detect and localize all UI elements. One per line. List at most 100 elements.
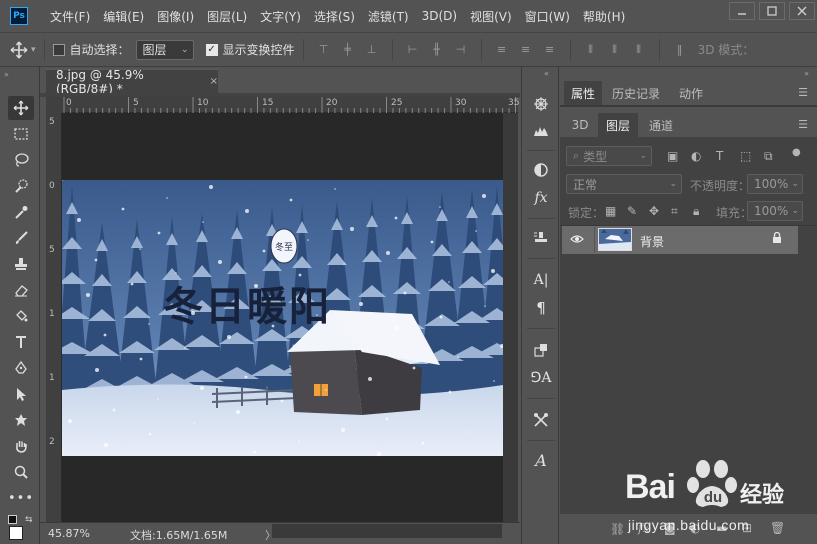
filter-smart-object-icon[interactable]: ⧉ — [764, 149, 773, 164]
navigator-icon[interactable] — [528, 93, 554, 115]
distribute-bottom-icon[interactable]: ≡ — [543, 43, 557, 57]
show-transform-checkbox[interactable]: ✓ — [205, 43, 218, 56]
align-top-icon[interactable]: ⊤ — [317, 43, 331, 57]
horizontal-ruler[interactable]: 0 5 10 15 20 25 30 35 — [62, 97, 519, 113]
lock-transparent-icon[interactable]: ▦ — [605, 204, 616, 218]
default-colors-icon[interactable] — [8, 515, 17, 524]
layer-thumbnail[interactable] — [598, 228, 632, 251]
expand-panels-icon[interactable]: « — [544, 69, 549, 78]
tab-3d[interactable]: 3D — [564, 113, 596, 137]
paint-bucket-tool[interactable] — [8, 304, 34, 328]
auto-select-checkbox[interactable] — [52, 43, 65, 56]
lock-all-icon[interactable]: 🔒︎ — [693, 204, 699, 219]
histogram-icon[interactable] — [528, 119, 554, 141]
lock-artboard-icon[interactable]: ⌗ — [671, 204, 678, 219]
collapse-tools-icon[interactable]: » — [4, 70, 9, 79]
filter-adjustment-icon[interactable]: ◐ — [691, 149, 701, 163]
distribute-right-icon[interactable]: ⦀ — [632, 43, 646, 57]
adjustments-icon[interactable] — [528, 159, 554, 181]
menu-edit[interactable]: 编辑(E) — [103, 8, 144, 25]
opacity-field[interactable]: 100% ⌄ — [747, 174, 803, 194]
align-right-icon[interactable]: ⊣ — [454, 43, 468, 57]
tab-channels[interactable]: 通道 — [642, 113, 680, 137]
color-swatches[interactable]: ⇆ — [6, 513, 36, 541]
close-document-icon[interactable]: × — [210, 76, 218, 87]
auto-align-icon[interactable]: ‖ — [673, 43, 687, 57]
distribute-hcenter-icon[interactable]: ⦀ — [608, 43, 622, 57]
document-image[interactable]: 冬日暖阳 冬至 — [62, 180, 503, 456]
filter-pixel-icon[interactable]: ▣ — [667, 149, 678, 163]
distribute-left-icon[interactable]: ⦀ — [584, 43, 598, 57]
tab-actions[interactable]: 动作 — [670, 81, 712, 105]
distribute-vcenter-icon[interactable]: ≡ — [519, 43, 533, 57]
vertical-scrollbar[interactable] — [503, 113, 518, 522]
menu-layer[interactable]: 图层(L) — [207, 8, 247, 25]
type-tool[interactable] — [8, 330, 34, 354]
filter-type-icon[interactable]: T — [716, 149, 723, 163]
text-style-icon[interactable]: A — [528, 449, 554, 471]
background-color-swatch[interactable] — [9, 526, 23, 540]
menu-view[interactable]: 视图(V) — [470, 8, 512, 25]
vertical-ruler[interactable]: 5 0 5 1 1 2 — [46, 113, 62, 522]
tab-history[interactable]: 历史记录 — [606, 81, 666, 105]
menu-image[interactable]: 图像(I) — [157, 8, 194, 25]
distribute-top-icon[interactable]: ≡ — [495, 43, 509, 57]
filter-toggle-icon[interactable]: ● — [792, 147, 801, 158]
align-vcenter-icon[interactable]: ╪ — [341, 43, 355, 57]
eyedropper-tool[interactable] — [8, 200, 34, 224]
tab-properties[interactable]: 属性 — [564, 81, 602, 105]
glyphs-icon[interactable]: ⅁A — [528, 367, 554, 389]
align-hcenter-icon[interactable]: ╫ — [430, 43, 444, 57]
panel-menu-icon[interactable]: ☰ — [798, 86, 808, 99]
stamp-tool[interactable] — [8, 252, 34, 276]
photoshop-logo-icon[interactable]: Ps — [10, 7, 28, 25]
layer-kind-filter[interactable]: ⌕ 类型 ⌄ — [566, 146, 652, 166]
tab-layers[interactable]: 图层 — [598, 113, 638, 137]
horizontal-scrollbar[interactable] — [272, 524, 502, 538]
menu-help[interactable]: 帮助(H) — [583, 8, 625, 25]
menu-type[interactable]: 文字(Y) — [260, 8, 301, 25]
align-left-icon[interactable]: ⊢ — [406, 43, 420, 57]
zoom-level[interactable]: 45.87% — [48, 527, 90, 540]
eye-icon[interactable] — [570, 233, 584, 248]
swap-colors-icon[interactable]: ⇆ — [25, 515, 33, 525]
lock-position-icon[interactable]: ✥ — [649, 204, 659, 218]
layer-row[interactable]: 背景 — [562, 226, 798, 254]
menu-file[interactable]: 文件(F) — [50, 8, 90, 25]
paragraph-icon[interactable]: ¶ — [528, 297, 554, 319]
layers-panel-menu-icon[interactable]: ☰ — [798, 118, 808, 131]
link-layers-icon[interactable]: ⛓︎ — [610, 522, 625, 536]
menu-select[interactable]: 选择(S) — [314, 8, 355, 25]
move-tool-icon[interactable] — [10, 41, 28, 59]
fill-field[interactable]: 100% ⌄ — [747, 201, 803, 221]
maximize-button[interactable] — [759, 2, 785, 20]
more-tools-icon[interactable]: ••• — [8, 486, 34, 510]
eraser-tool[interactable] — [8, 278, 34, 302]
blend-mode-dropdown[interactable]: 正常 ⌄ — [566, 174, 682, 194]
clone-source-icon[interactable] — [528, 339, 554, 361]
pen-tool[interactable] — [8, 356, 34, 380]
menu-3d[interactable]: 3D(D) — [422, 9, 457, 23]
styles-fx-icon[interactable]: fx — [528, 187, 554, 209]
layer-name[interactable]: 背景 — [640, 233, 664, 250]
menu-filter[interactable]: 滤镜(T) — [368, 8, 409, 25]
minimize-button[interactable] — [729, 2, 755, 20]
auto-select-target-dropdown[interactable]: 图层 ⌄ — [135, 39, 194, 60]
tool-preset-dropdown-icon[interactable]: ▾ — [31, 45, 36, 55]
filter-shape-icon[interactable]: ⬚ — [740, 149, 751, 163]
character-icon[interactable]: A| — [528, 269, 554, 291]
tool-presets-icon[interactable] — [528, 227, 554, 249]
close-window-button[interactable] — [789, 2, 815, 20]
collapse-panels-icon[interactable]: » — [804, 69, 809, 78]
align-bottom-icon[interactable]: ⊥ — [365, 43, 379, 57]
menu-window[interactable]: 窗口(W) — [525, 8, 570, 25]
brushes-icon[interactable] — [528, 409, 554, 431]
zoom-tool[interactable] — [8, 460, 34, 484]
custom-shape-tool[interactable] — [8, 408, 34, 432]
lock-pixels-icon[interactable]: ✎ — [627, 204, 637, 218]
brush-tool[interactable] — [8, 226, 34, 250]
marquee-tool[interactable] — [8, 122, 34, 146]
lasso-tool[interactable] — [8, 148, 34, 172]
path-selection-tool[interactable] — [8, 382, 34, 406]
ruler-corner[interactable] — [46, 97, 62, 113]
